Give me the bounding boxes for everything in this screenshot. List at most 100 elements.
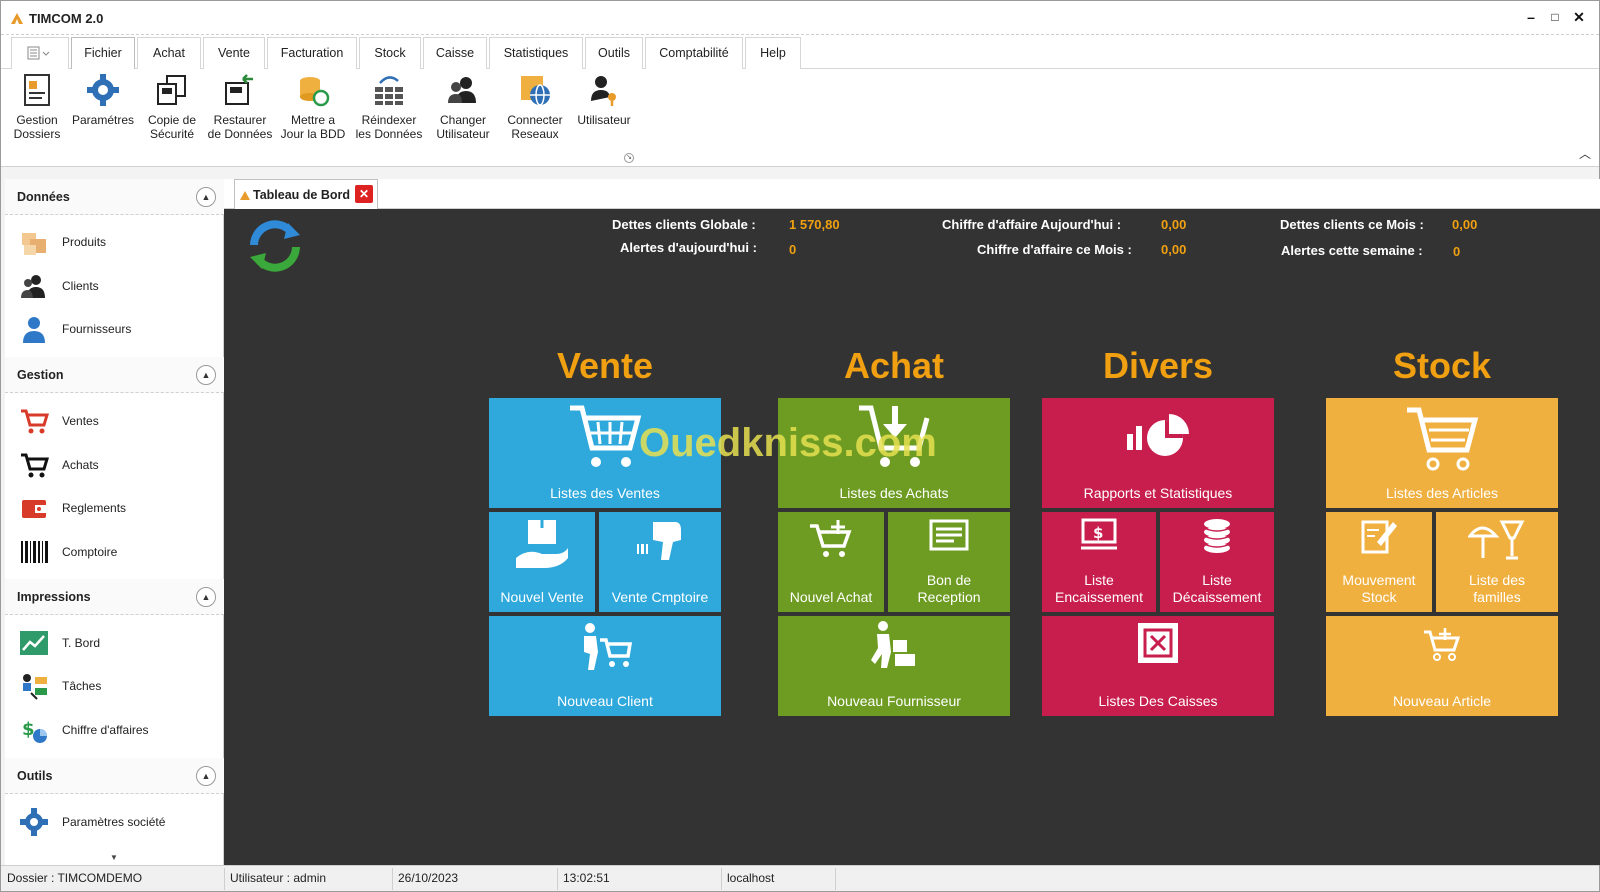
tile-vente-comptoire[interactable]: Vente Cmptoire bbox=[599, 512, 721, 612]
chart-up-icon bbox=[20, 631, 48, 655]
tile-label: Liste des familles bbox=[1468, 572, 1526, 605]
tab-stock[interactable]: Stock bbox=[359, 37, 421, 69]
tab-caisse[interactable]: Caisse bbox=[423, 37, 487, 69]
sidebar-item-ventes[interactable]: Ventes bbox=[5, 400, 224, 440]
gestion-dossiers-button[interactable]: Gestion Dossiers bbox=[9, 73, 65, 153]
users-icon bbox=[448, 77, 476, 103]
coins-icon bbox=[1203, 519, 1231, 553]
status-divider bbox=[557, 868, 558, 890]
scroll-down-icon[interactable]: ▼ bbox=[110, 853, 118, 862]
edit-doc-icon bbox=[1361, 520, 1397, 554]
sidebar-item-comptoire[interactable]: Comptoire bbox=[5, 531, 224, 571]
tile-nouvel-vente[interactable]: Nouvel Vente bbox=[489, 512, 595, 612]
tile-liste-encaissement[interactable]: $ Liste Encaissement bbox=[1042, 512, 1156, 612]
ribbon-expand-icon[interactable]: ↘ bbox=[624, 153, 634, 163]
tab-comptabilite[interactable]: Comptabilité bbox=[645, 37, 743, 69]
tile-label: Listes des Achats bbox=[839, 485, 949, 501]
reindexer-donnees-button[interactable]: Réindexer les Données bbox=[353, 73, 425, 153]
alertes-semaine-label: Alertes cette semaine : bbox=[1281, 243, 1423, 258]
minimize-button[interactable]: – bbox=[1521, 7, 1541, 27]
tile-bon-reception[interactable]: Bon de Reception bbox=[888, 512, 1010, 612]
tile-label: Nouveau Client bbox=[557, 693, 653, 709]
tab-achat[interactable]: Achat bbox=[137, 37, 201, 69]
alertes-semaine-value: 0 bbox=[1453, 244, 1461, 259]
tile-nouveau-article[interactable]: Nouveau Article bbox=[1326, 616, 1558, 716]
tab-facturation[interactable]: Facturation bbox=[267, 37, 357, 69]
copie-securite-button[interactable]: Copie de Sécurité bbox=[141, 73, 203, 153]
tab-help[interactable]: Help bbox=[745, 37, 801, 69]
navigation-sidebar: Données ▲ Produits Clients Fournisseurs … bbox=[5, 179, 224, 865]
tile-listes-articles[interactable]: Listes des Articles bbox=[1326, 398, 1558, 508]
tile-liste-familles[interactable]: Liste des familles bbox=[1436, 512, 1558, 612]
ribbon-label: Restaurer de Données bbox=[207, 113, 273, 141]
sidebar-item-parametres-societe[interactable]: Paramètres société bbox=[5, 801, 224, 841]
tile-mouvement-stock[interactable]: Mouvement Stock bbox=[1326, 512, 1432, 612]
sidebar-item-achats[interactable]: Achats bbox=[5, 444, 224, 484]
section-gestion[interactable]: Gestion ▲ bbox=[5, 357, 224, 393]
sidebar-item-label: Reglements bbox=[62, 501, 127, 515]
tile-nouveau-client[interactable]: Nouveau Client bbox=[489, 616, 721, 716]
tile-nouveau-fournisseur[interactable]: Nouveau Fournisseur bbox=[778, 616, 1010, 716]
sidebar-item-tbord[interactable]: T. Bord bbox=[5, 622, 224, 662]
tile-listes-achats[interactable]: Listes des Achats bbox=[778, 398, 1010, 508]
collapse-icon[interactable]: ▲ bbox=[196, 766, 216, 786]
app-window: TIMCOM 2.0 – □ ✕ Fichier Achat Vente Fac… bbox=[0, 0, 1600, 892]
collapse-icon[interactable]: ▲ bbox=[196, 365, 216, 385]
tab-outils[interactable]: Outils bbox=[585, 37, 643, 69]
status-date: 26/10/2023 bbox=[398, 871, 459, 885]
refresh-icon[interactable] bbox=[244, 215, 306, 277]
sidebar-item-fournisseurs[interactable]: Fournisseurs bbox=[5, 308, 224, 348]
dettes-globale-value: 1 570,80 bbox=[789, 217, 840, 232]
ribbon-label: Changer Utilisateur bbox=[436, 113, 490, 141]
cash-icon: $ bbox=[1081, 518, 1117, 550]
app-logo-icon bbox=[11, 13, 23, 24]
section-donnees[interactable]: Données ▲ bbox=[5, 179, 224, 215]
sidebar-item-taches[interactable]: Tâches bbox=[5, 665, 224, 705]
tile-label: Nouvel Vente bbox=[500, 589, 584, 605]
sidebar-item-clients[interactable]: Clients bbox=[5, 265, 224, 305]
utilisateur-button[interactable]: Utilisateur bbox=[573, 73, 635, 153]
close-button[interactable]: ✕ bbox=[1569, 7, 1589, 27]
sidebar-item-chiffre-affaires[interactable]: $ Chiffre d'affaires bbox=[5, 709, 224, 749]
title-bar: TIMCOM 2.0 – □ ✕ bbox=[1, 1, 1599, 35]
collapse-icon[interactable]: ▲ bbox=[196, 587, 216, 607]
tile-listes-caisses[interactable]: Listes Des Caisses bbox=[1042, 616, 1274, 716]
tile-nouvel-achat[interactable]: Nouvel Achat bbox=[778, 512, 884, 612]
tab-fichier[interactable]: Fichier bbox=[71, 37, 135, 70]
parametres-button[interactable]: Paramétres bbox=[69, 73, 137, 153]
sidebar-item-reglements[interactable]: Reglements bbox=[5, 487, 224, 527]
collapse-icon[interactable]: ▲ bbox=[196, 187, 216, 207]
restaurer-donnees-button[interactable]: Restaurer de Données bbox=[205, 73, 275, 153]
ribbon-label: Paramétres bbox=[71, 113, 135, 127]
sidebar-item-produits[interactable]: Produits bbox=[5, 221, 224, 261]
mettre-a-jour-bdd-button[interactable]: Mettre a Jour la BDD bbox=[279, 73, 347, 153]
sidebar-item-label: Fournisseurs bbox=[62, 322, 132, 336]
ribbon-label: Connecter Reseaux bbox=[507, 113, 563, 141]
tile-rapports-statistiques[interactable]: Rapports et Statistiques bbox=[1042, 398, 1274, 508]
changer-utilisateur-button[interactable]: Changer Utilisateur bbox=[429, 73, 497, 153]
close-tab-button[interactable]: ✕ bbox=[355, 185, 373, 203]
tab-tableau-de-bord[interactable]: Tableau de Bord ✕ bbox=[234, 179, 378, 209]
status-utilisateur: Utilisateur : admin bbox=[230, 871, 327, 885]
section-title: Outils bbox=[17, 769, 53, 783]
section-outils[interactable]: Outils ▲ bbox=[5, 758, 224, 794]
delivery-person-icon bbox=[871, 621, 915, 668]
status-time: 13:02:51 bbox=[563, 871, 610, 885]
quick-access-menu[interactable] bbox=[11, 37, 69, 69]
status-server: localhost bbox=[727, 871, 775, 885]
dashboard-panel: Dettes clients Globale : 1 570,80 Alerte… bbox=[224, 209, 1600, 865]
section-title: Données bbox=[17, 190, 70, 204]
tile-listes-ventes[interactable]: Listes des Ventes bbox=[489, 398, 721, 508]
tile-label: Listes Des Caisses bbox=[1098, 693, 1218, 709]
maximize-button[interactable]: □ bbox=[1545, 7, 1565, 27]
restore-icon bbox=[225, 74, 253, 105]
tile-liste-decaissement[interactable]: Liste Décaissement bbox=[1160, 512, 1274, 612]
tab-vente[interactable]: Vente bbox=[203, 37, 265, 69]
cart-add-icon bbox=[810, 520, 852, 557]
supplier-icon bbox=[23, 317, 45, 343]
ribbon-collapse-icon[interactable]: ︿ bbox=[1579, 145, 1591, 162]
tab-statistiques[interactable]: Statistiques bbox=[489, 37, 583, 69]
section-impressions[interactable]: Impressions ▲ bbox=[5, 579, 224, 615]
connecter-reseaux-button[interactable]: Connecter Reseaux bbox=[501, 73, 569, 153]
section-achat-title: Achat bbox=[843, 345, 945, 386]
